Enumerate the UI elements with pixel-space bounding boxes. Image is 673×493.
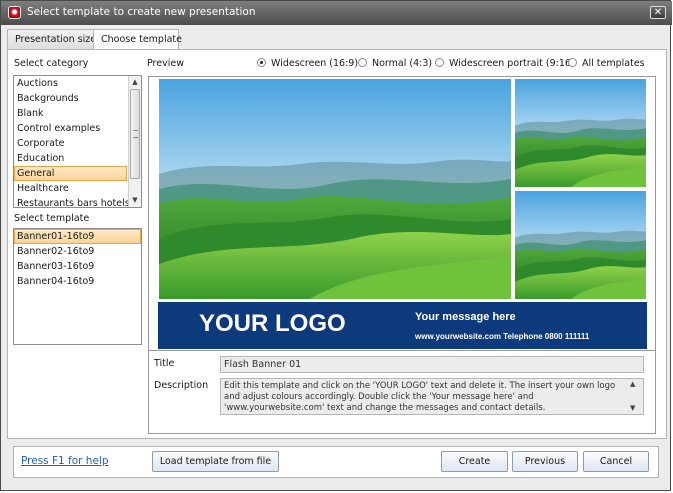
category-scrollbar[interactable]: ▲ ▼ — [128, 76, 141, 207]
tab-choose-template[interactable]: Choose template — [93, 29, 182, 51]
radio-normal-label: Normal (4:3) — [372, 58, 433, 69]
chevron-up-icon[interactable]: ▲ — [630, 380, 635, 388]
category-item[interactable]: Control examples — [14, 121, 141, 136]
create-button[interactable]: Create — [441, 451, 508, 472]
category-item[interactable]: Healthcare — [14, 181, 141, 196]
help-link[interactable]: Press F1 for help — [21, 455, 109, 467]
preview-main-image — [159, 79, 511, 299]
radio-icon[interactable] — [435, 58, 444, 67]
title-label: Title — [154, 358, 175, 369]
template-item-selected[interactable]: Banner01-16to9 — [14, 229, 141, 244]
category-item[interactable]: Education — [14, 151, 141, 166]
chevron-down-icon[interactable]: ▼ — [129, 194, 141, 207]
template-list[interactable]: Banner01-16to9 Banner02-16to9 Banner03-1… — [13, 228, 142, 345]
preview-bottom-image — [515, 191, 646, 299]
template-preview: YOUR LOGO Your message here www.yourwebs… — [148, 76, 656, 351]
presentation-app-icon — [8, 6, 21, 19]
category-item[interactable]: Auctions — [14, 76, 141, 91]
chevron-up-icon[interactable]: ▲ — [129, 76, 141, 89]
preview-banner: YOUR LOGO Your message here www.yourwebs… — [158, 302, 647, 349]
banner-message: Your message here — [415, 311, 516, 323]
radio-icon[interactable] — [257, 58, 266, 67]
footer-bar: Press F1 for help Load template from fil… — [13, 446, 659, 478]
description-field[interactable]: Edit this template and click on the 'YOU… — [220, 378, 644, 415]
previous-button[interactable]: Previous — [512, 451, 578, 472]
description-label: Description — [154, 380, 209, 391]
template-item[interactable]: Banner03-16to9 — [14, 259, 141, 274]
load-template-button[interactable]: Load template from file — [152, 451, 279, 472]
tab-presentation-size[interactable]: Presentation size — [7, 29, 96, 50]
scrollbar-thumb[interactable] — [130, 89, 140, 179]
radio-all-templates[interactable]: All templates — [568, 58, 645, 69]
radio-widescreen[interactable]: Widescreen (16:9) — [257, 58, 358, 69]
template-item[interactable]: Banner04-16to9 — [14, 274, 141, 289]
category-item[interactable]: Blank — [14, 106, 141, 121]
radio-normal[interactable]: Normal (4:3) — [358, 58, 432, 69]
cancel-button[interactable]: Cancel — [583, 451, 649, 472]
title-bar: Select template to create new presentati… — [1, 1, 672, 25]
category-item[interactable]: Restaurants bars hotels — [14, 196, 141, 207]
dialog-window: Select template to create new presentati… — [0, 0, 672, 491]
template-item[interactable]: Banner02-16to9 — [14, 244, 141, 259]
category-item[interactable]: Corporate — [14, 136, 141, 151]
radio-icon[interactable] — [358, 58, 367, 67]
window-title: Select template to create new presentati… — [27, 6, 256, 18]
category-item-selected[interactable]: General — [14, 166, 127, 181]
category-item[interactable]: Backgrounds — [14, 91, 141, 106]
radio-all-templates-label: All templates — [582, 58, 645, 69]
radio-widescreen-portrait[interactable]: Widescreen portrait (9:16) — [435, 58, 575, 69]
chevron-down-icon[interactable]: ▼ — [630, 404, 635, 412]
template-details: Title Flash Banner 01 Description Edit t… — [148, 350, 656, 434]
radio-widescreen-portrait-label: Widescreen portrait (9:16) — [449, 58, 575, 69]
radio-icon[interactable] — [568, 58, 577, 67]
banner-contact: www.yourwebsite.com Telephone 0800 11111… — [415, 332, 590, 341]
title-field[interactable]: Flash Banner 01 — [220, 356, 644, 373]
banner-logo-text: YOUR LOGO — [199, 310, 346, 337]
select-template-label: Select template — [14, 213, 90, 224]
preview-label: Preview — [147, 58, 184, 69]
radio-widescreen-label: Widescreen (16:9) — [271, 58, 359, 69]
select-category-label: Select category — [14, 58, 89, 69]
category-list[interactable]: Auctions Backgrounds Blank Control examp… — [13, 75, 142, 208]
close-icon[interactable]: ✕ — [650, 6, 666, 19]
preview-top-image — [515, 79, 646, 187]
